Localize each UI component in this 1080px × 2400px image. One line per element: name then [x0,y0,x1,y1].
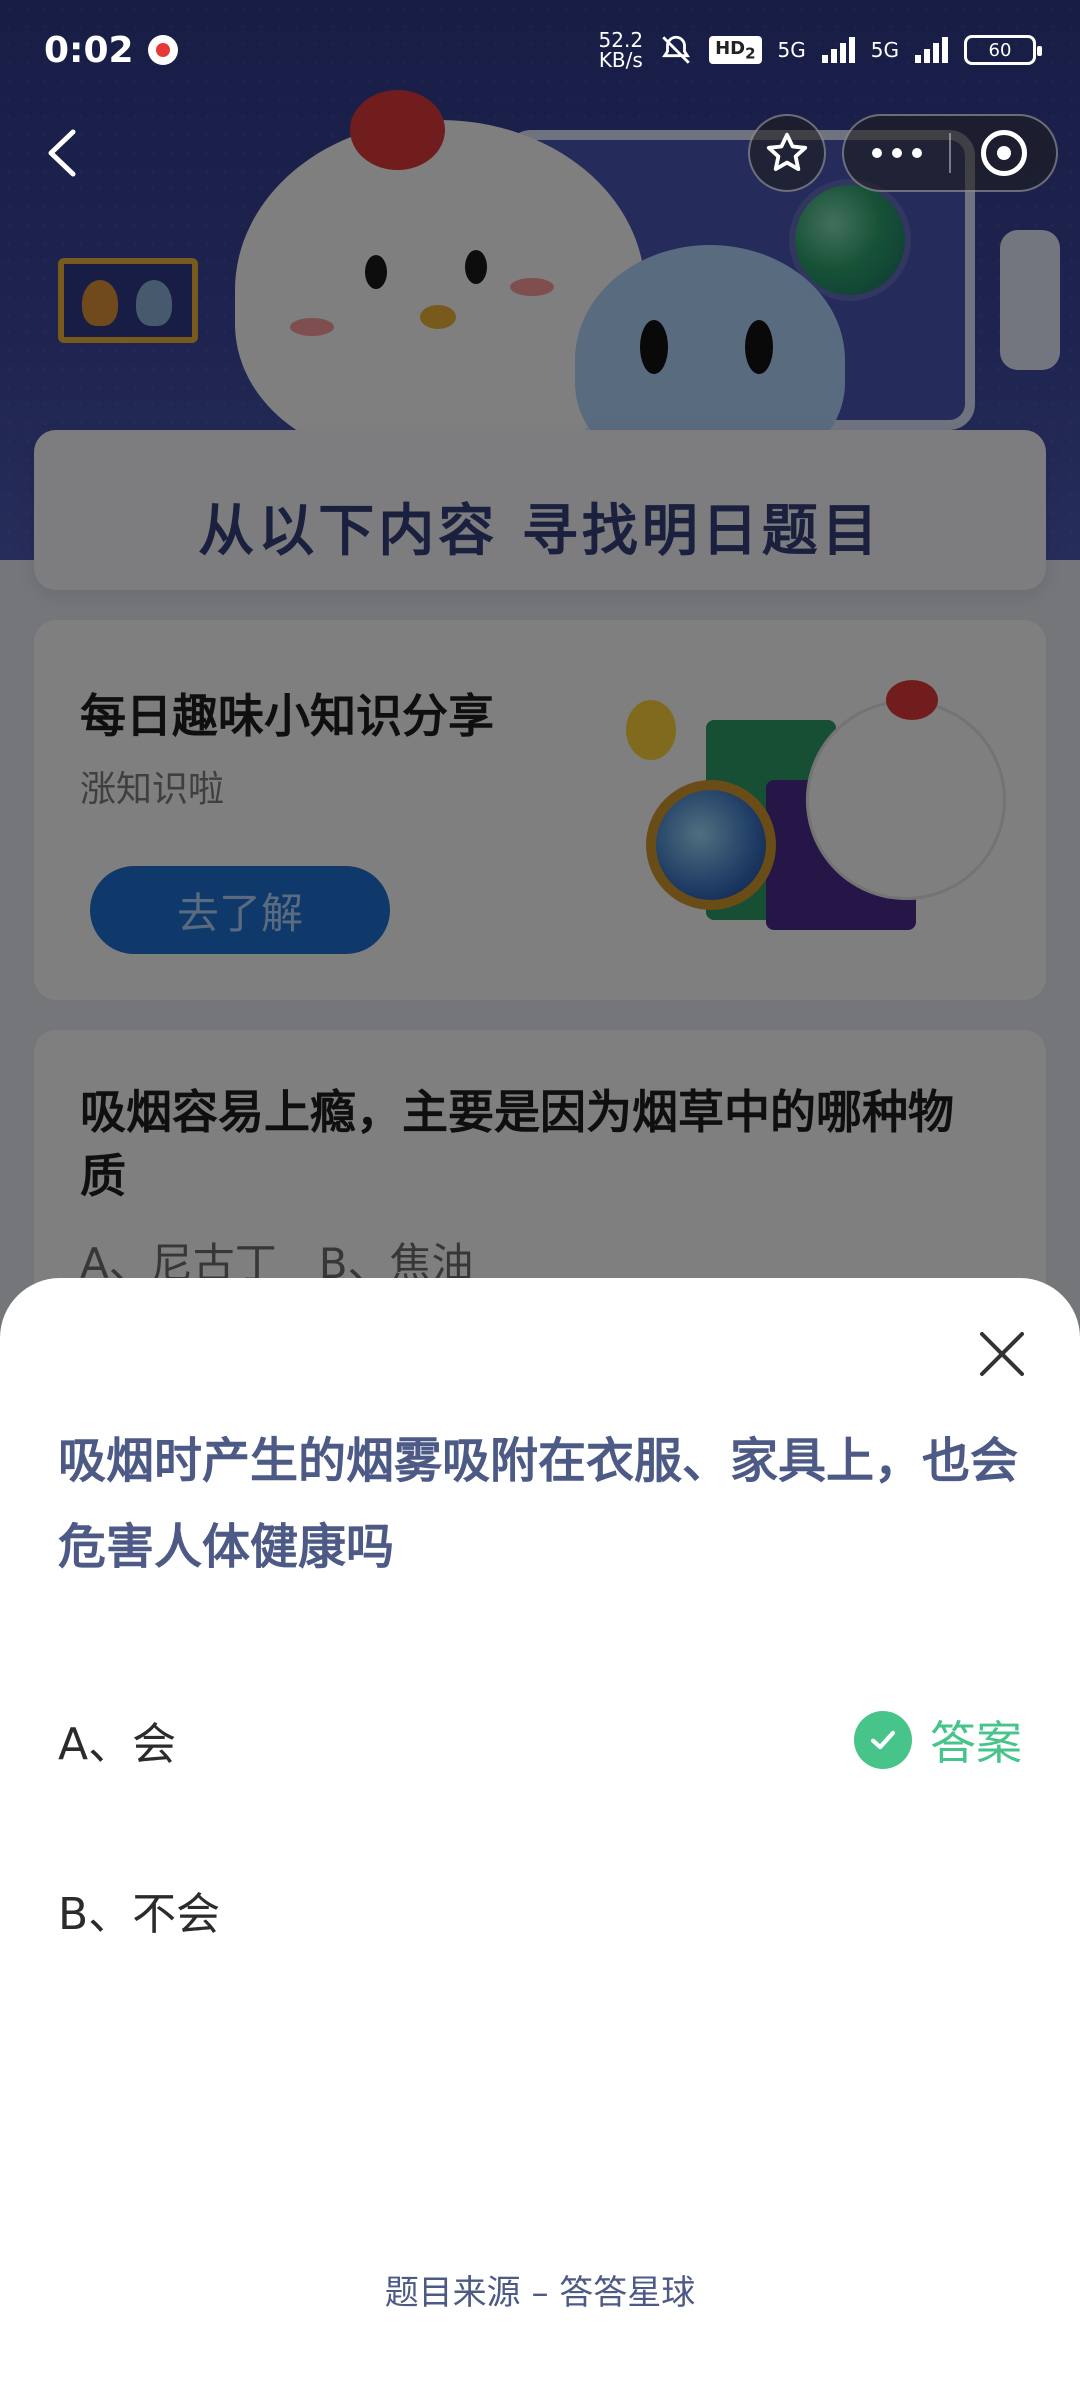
network-speed-value: 52.2 [598,28,644,52]
status-bar: 0:02 52.2 KB/s HD2 5G 5G 60 [0,0,1080,100]
miniapp-capsule [842,114,1058,192]
hd-voice-badge: HD2 [709,35,762,65]
more-dot [911,148,922,158]
star-icon [766,132,808,172]
target-icon [980,130,1027,176]
checkmark-icon [870,1730,896,1750]
chevron-left-icon [48,129,76,177]
answer-indicator: 答案 [854,1707,1022,1773]
silent-bell-icon [662,35,691,64]
network-type-1: 5G [777,38,806,62]
screen: 从以下内容 寻找明日题目 每日趣味小知识分享 涨知识啦 去了解 吸烟容易上瘾，主… [0,0,1080,2400]
more-dot [891,148,902,158]
close-icon [980,1332,1024,1376]
network-type-2: 5G [870,38,899,62]
answer-sheet: 吸烟时产生的烟雾吸附在衣服、家具上，也会危害人体健康吗 A、会 答案 B、不会 … [0,1278,1080,2400]
back-button[interactable] [28,118,98,188]
question-text: 吸烟时产生的烟雾吸附在衣服、家具上，也会危害人体健康吗 [58,1433,1019,1575]
close-miniapp-button[interactable] [951,130,1056,176]
status-time: 0:02 [44,29,134,71]
more-dot [871,148,882,158]
hd-sub: 2 [745,44,756,63]
hd-label: HD [715,37,746,59]
battery-level: 60 [988,39,1012,61]
check-circle-icon [854,1711,912,1769]
battery-icon: 60 [964,35,1042,65]
status-icons: 52.2 KB/s HD2 5G 5G 60 [599,30,1042,70]
weibo-icon [147,35,178,65]
question-source: 题目来源 – 答答星球 [384,2273,696,2313]
network-speed: 52.2 KB/s [599,30,644,70]
answer-label: 答案 [930,1716,1022,1770]
more-button[interactable] [844,148,949,158]
signal-strength-icon [915,37,948,63]
option-b-label: B、不会 [58,1889,221,1940]
favorite-button[interactable] [748,114,826,192]
network-speed-unit: KB/s [598,48,643,72]
option-a[interactable]: A、会 答案 [58,1700,1022,1780]
option-b[interactable]: B、不会 [58,1870,1022,1950]
signal-strength-icon [821,37,855,63]
option-a-label: A、会 [58,1719,177,1770]
close-button[interactable] [972,1324,1032,1384]
